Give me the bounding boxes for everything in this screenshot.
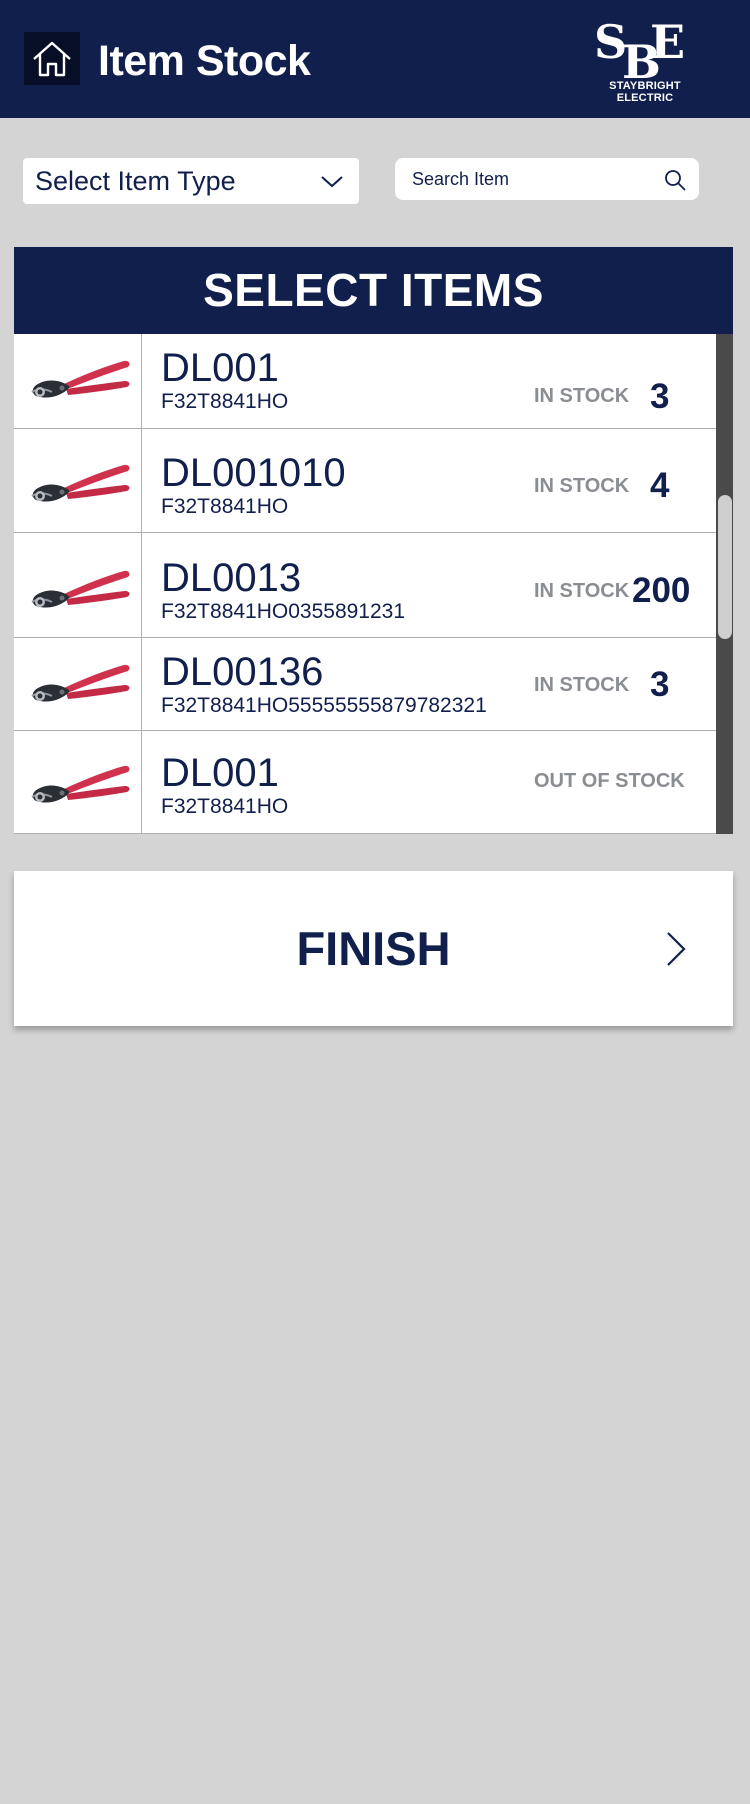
stock-status: IN STOCK bbox=[534, 674, 630, 696]
home-icon bbox=[33, 41, 71, 76]
search-icon[interactable] bbox=[663, 168, 687, 192]
search-input[interactable] bbox=[395, 158, 655, 200]
list-item[interactable]: DL001 F32T8841HO IN STOCK 3 bbox=[14, 334, 716, 429]
wire-cutter-icon bbox=[28, 763, 132, 809]
stock-status: OUT OF STOCK bbox=[534, 770, 685, 792]
page-title: Item Stock bbox=[98, 37, 311, 85]
chevron-right-icon bbox=[667, 932, 686, 966]
item-code: DL001010 bbox=[161, 451, 346, 495]
app-header: Item Stock S B E STAYBRIGHT ELECTRIC bbox=[0, 0, 750, 118]
stock-quantity: 200 bbox=[632, 571, 691, 610]
item-code: DL0013 bbox=[161, 556, 302, 600]
item-code: DL001 bbox=[161, 751, 279, 795]
stock-quantity: 3 bbox=[650, 665, 670, 704]
item-list-panel: SELECT ITEMS DL001 F32T8841HO IN STOCK 3… bbox=[14, 247, 733, 834]
svg-text:E: E bbox=[650, 16, 685, 69]
list-item[interactable]: DL00136 F32T8841HO55555555879782321 IN S… bbox=[14, 638, 716, 731]
wire-cutter-icon bbox=[28, 568, 132, 614]
item-part-number: F32T8841HO bbox=[161, 495, 289, 518]
logo-text: STAYBRIGHT ELECTRIC bbox=[609, 80, 681, 104]
finish-label: FINISH bbox=[296, 922, 451, 975]
scrollbar-thumb[interactable] bbox=[718, 495, 732, 639]
stock-status: IN STOCK bbox=[534, 385, 630, 407]
item-thumbnail bbox=[14, 429, 142, 532]
item-thumbnail bbox=[14, 731, 142, 833]
item-code: DL001 bbox=[161, 346, 279, 390]
item-part-number: F32T8841HO bbox=[161, 795, 289, 818]
wire-cutter-icon bbox=[28, 662, 132, 708]
list-item[interactable]: DL0013 F32T8841HO0355891231 IN STOCK 200 bbox=[14, 533, 716, 638]
chevron-down-icon bbox=[321, 176, 343, 188]
item-thumbnail bbox=[14, 334, 142, 428]
panel-title: SELECT ITEMS bbox=[14, 247, 733, 334]
search-box bbox=[395, 158, 699, 200]
item-thumbnail bbox=[14, 533, 142, 637]
stock-quantity: 4 bbox=[650, 466, 670, 505]
item-type-value: Select Item Type bbox=[35, 166, 236, 196]
list-item[interactable]: DL001 F32T8841HO OUT OF STOCK bbox=[14, 731, 716, 834]
item-list: DL001 F32T8841HO IN STOCK 3 DL001010 F32… bbox=[14, 334, 716, 834]
item-part-number: F32T8841HO0355891231 bbox=[161, 600, 406, 623]
home-button[interactable] bbox=[24, 32, 80, 85]
stock-status: IN STOCK bbox=[534, 475, 630, 497]
stock-quantity: 3 bbox=[650, 377, 670, 416]
item-type-select[interactable]: Select Item Type bbox=[23, 158, 359, 204]
wire-cutter-icon bbox=[28, 358, 132, 404]
finish-button[interactable]: FINISH bbox=[14, 871, 733, 1026]
item-part-number: F32T8841HO bbox=[161, 390, 289, 413]
stock-status: IN STOCK bbox=[534, 580, 630, 602]
item-thumbnail bbox=[14, 638, 142, 730]
list-item[interactable]: DL001010 F32T8841HO IN STOCK 4 bbox=[14, 429, 716, 533]
item-part-number: F32T8841HO55555555879782321 bbox=[161, 694, 487, 717]
logo-mark: S B E bbox=[594, 16, 685, 80]
company-logo: S B E STAYBRIGHT ELECTRIC bbox=[582, 16, 708, 104]
wire-cutter-icon bbox=[28, 462, 132, 508]
list-scrollbar[interactable] bbox=[716, 334, 733, 834]
item-code: DL00136 bbox=[161, 650, 324, 694]
